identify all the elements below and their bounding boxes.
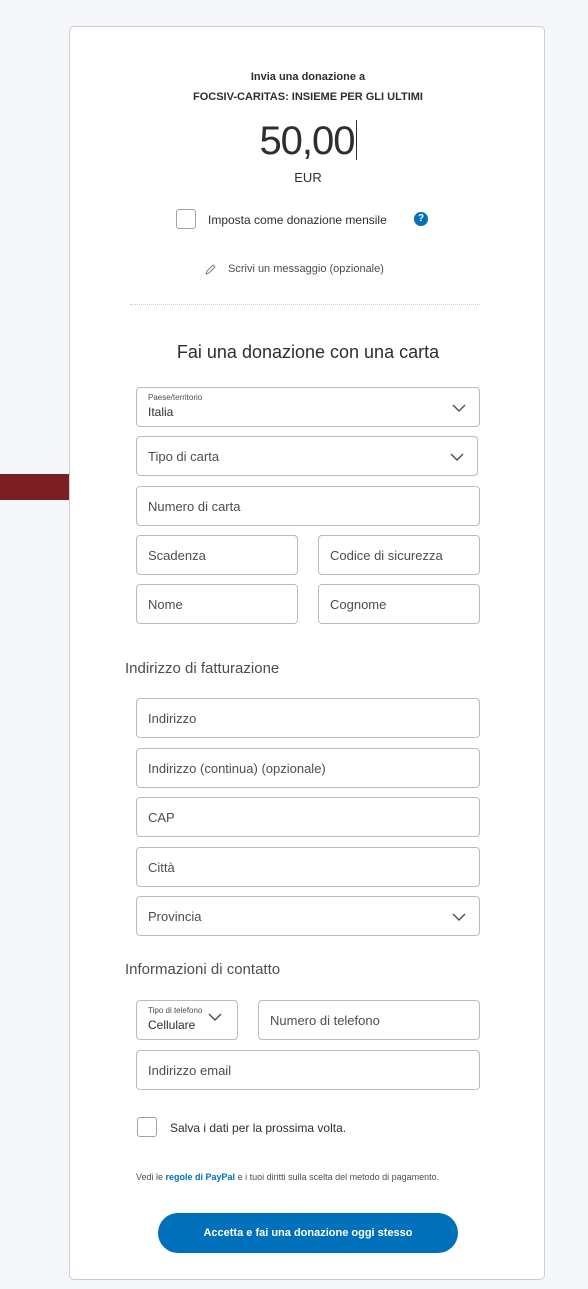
monthly-donation-checkbox[interactable]	[176, 209, 196, 229]
first-name-placeholder: Nome	[148, 597, 183, 612]
chevron-down-icon	[452, 404, 466, 412]
address-input[interactable]: Indirizzo	[136, 698, 480, 738]
contact-section-title: Informazioni di contatto	[125, 961, 281, 978]
text-caret	[355, 120, 357, 160]
legal-prefix: Vedi le	[136, 1172, 166, 1182]
phone-type-select[interactable]: Tipo di telefono Cellulare	[136, 1000, 238, 1040]
save-data-label: Salva i dati per la prossima volta.	[170, 1121, 347, 1135]
province-select[interactable]: Provincia	[136, 896, 480, 936]
save-data-checkbox[interactable]	[137, 1117, 157, 1137]
monthly-donation-label: Imposta come donazione mensile	[208, 213, 387, 227]
card-type-placeholder: Tipo di carta	[148, 449, 220, 464]
zip-input[interactable]: CAP	[136, 797, 480, 837]
card-number-placeholder: Numero di carta	[148, 499, 241, 514]
paypal-rules-link[interactable]: regole di PayPal	[166, 1172, 236, 1182]
country-select[interactable]: Paese/territorio Italia	[136, 387, 480, 427]
card-number-input[interactable]: Numero di carta	[136, 486, 480, 526]
pencil-icon	[205, 264, 216, 275]
write-message-link[interactable]: Scrivi un messaggio (opzionale)	[228, 263, 384, 275]
chevron-down-icon	[450, 453, 464, 461]
legal-notice: Vedi le regole di PayPal e i tuoi diritt…	[136, 1171, 466, 1183]
zip-placeholder: CAP	[148, 810, 175, 825]
address2-input[interactable]: Indirizzo (continua) (opzionale)	[136, 748, 480, 788]
card-section-title: Fai una donazione con una carta	[176, 342, 440, 362]
last-name-input[interactable]: Cognome	[318, 584, 480, 624]
address2-placeholder: Indirizzo (continua) (opzionale)	[148, 761, 326, 776]
amount-input[interactable]: 50,00	[70, 119, 546, 163]
donate-button-label: Accetta e fai una donazione oggi stesso	[203, 1227, 413, 1239]
address-placeholder: Indirizzo	[148, 711, 197, 726]
donation-card: Invia una donazione a FOCSIV-CARITAS: IN…	[69, 26, 545, 1280]
card-type-select[interactable]: Tipo di carta	[136, 436, 478, 476]
first-name-input[interactable]: Nome	[136, 584, 298, 624]
phone-number-placeholder: Numero di telefono	[270, 1013, 380, 1028]
security-code-input[interactable]: Codice di sicurezza	[318, 535, 480, 575]
currency-label: EUR	[294, 170, 322, 185]
security-code-placeholder: Codice di sicurezza	[330, 548, 443, 563]
donate-button[interactable]: Accetta e fai una donazione oggi stesso	[158, 1213, 458, 1253]
chevron-down-icon	[452, 913, 466, 921]
expiry-input[interactable]: Scadenza	[136, 535, 298, 575]
expiry-placeholder: Scadenza	[148, 548, 206, 563]
billing-section-title: Indirizzo di fatturazione	[125, 660, 280, 677]
chevron-down-icon	[208, 1013, 222, 1021]
city-input[interactable]: Città	[136, 847, 480, 887]
recipient-intro: Invia una donazione a	[250, 71, 366, 83]
country-value: Italia	[148, 405, 174, 419]
last-name-placeholder: Cognome	[330, 597, 387, 612]
phone-type-value: Cellulare	[148, 1018, 196, 1032]
phone-type-label: Tipo di telefono	[148, 1006, 203, 1015]
province-placeholder: Provincia	[148, 909, 202, 924]
question-circle-icon[interactable]: ?	[414, 212, 428, 226]
divider	[130, 304, 480, 305]
email-input[interactable]: Indirizzo email	[136, 1050, 480, 1090]
country-label: Paese/territorio	[148, 393, 203, 402]
legal-suffix: e i tuoi diritti sulla scelta del metodo…	[235, 1172, 440, 1182]
city-placeholder: Città	[148, 860, 175, 875]
recipient-name: FOCSIV-CARITAS: INSIEME PER GLI ULTIMI	[193, 91, 423, 103]
amount-value: 50,00	[259, 119, 355, 163]
email-placeholder: Indirizzo email	[148, 1063, 232, 1078]
phone-number-input[interactable]: Numero di telefono	[258, 1000, 480, 1040]
donation-recipient: Invia una donazione a FOCSIV-CARITAS: IN…	[70, 67, 546, 107]
